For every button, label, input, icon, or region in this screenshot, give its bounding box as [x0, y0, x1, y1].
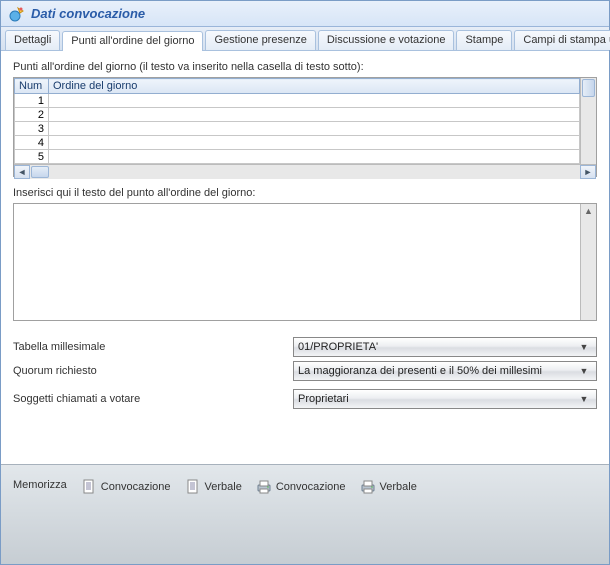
titlebar: Dati convocazione — [1, 1, 609, 27]
select-quorum-richiesto[interactable]: La maggioranza dei presenti e il 50% dei… — [293, 361, 597, 381]
scroll-right-arrow-icon[interactable]: ► — [580, 165, 596, 179]
cell-text — [49, 150, 580, 164]
select-value: La maggioranza dei presenti e il 50% dei… — [298, 365, 576, 377]
tab-stampe[interactable]: Stampe — [456, 30, 512, 50]
cell-num: 1 — [15, 94, 49, 108]
agenda-text-input[interactable]: ▲ — [13, 203, 597, 321]
printer-icon — [360, 479, 376, 495]
tab-campi-stampa-unione[interactable]: Campi di stampa unione — [514, 30, 610, 50]
window-title: Dati convocazione — [31, 6, 145, 21]
chevron-down-icon: ▼ — [576, 394, 592, 404]
document-icon — [185, 479, 201, 495]
table-row[interactable]: 4 — [15, 136, 580, 150]
chevron-down-icon: ▼ — [576, 342, 592, 352]
col-num[interactable]: Num — [15, 79, 49, 94]
cell-num: 4 — [15, 136, 49, 150]
scroll-left-arrow-icon[interactable]: ◄ — [14, 165, 30, 179]
table-row[interactable]: 1 — [15, 94, 580, 108]
bottom-toolbar: Memorizza Convocazione Verbale Convocazi… — [1, 464, 609, 564]
dialog-window: Dati convocazione Dettagli Punti all'ord… — [0, 0, 610, 565]
select-tabella-millesimale[interactable]: 01/PROPRIETA' ▼ — [293, 337, 597, 357]
document-icon — [81, 479, 97, 495]
scrollbar-thumb[interactable] — [31, 166, 49, 178]
app-icon — [9, 6, 25, 22]
convocazione-print-label: Convocazione — [276, 481, 346, 493]
tab-dettagli[interactable]: Dettagli — [5, 30, 60, 50]
cell-text — [49, 94, 580, 108]
col-ordine[interactable]: Ordine del giorno — [49, 79, 580, 94]
grid-horizontal-scrollbar[interactable]: ◄ ► — [14, 164, 596, 179]
grid-vertical-scrollbar[interactable] — [580, 78, 596, 164]
cell-text — [49, 136, 580, 150]
chevron-down-icon: ▼ — [576, 366, 592, 376]
select-soggetti-votare[interactable]: Proprietari ▼ — [293, 389, 597, 409]
verbale-print-button[interactable]: Verbale — [360, 479, 417, 495]
textarea-label: Inserisci qui il testo del punto all'ord… — [13, 187, 597, 199]
textarea-scrollbar[interactable]: ▲ — [580, 204, 596, 320]
tab-gestione-presenze[interactable]: Gestione presenze — [205, 30, 315, 50]
label-soggetti: Soggetti chiamati a votare — [13, 393, 293, 405]
cell-num: 3 — [15, 122, 49, 136]
label-tabella: Tabella millesimale — [13, 341, 293, 353]
grid-caption: Punti all'ordine del giorno (il testo va… — [13, 61, 597, 73]
tab-discussione-votazione[interactable]: Discussione e votazione — [318, 30, 455, 50]
agenda-grid[interactable]: Num Ordine del giorno 1 2 3 4 5 — [13, 77, 597, 177]
memorizza-label: Memorizza — [13, 479, 67, 491]
memorizza-button[interactable]: Memorizza — [13, 479, 67, 491]
convocazione-doc-button[interactable]: Convocazione — [81, 479, 171, 495]
printer-icon — [256, 479, 272, 495]
scrollbar-thumb[interactable] — [582, 79, 595, 97]
convocazione-print-button[interactable]: Convocazione — [256, 479, 346, 495]
scroll-up-arrow-icon[interactable]: ▲ — [581, 206, 596, 216]
cell-num: 5 — [15, 150, 49, 164]
tab-content: Punti all'ordine del giorno (il testo va… — [1, 51, 609, 464]
select-value: Proprietari — [298, 393, 576, 405]
verbale-doc-label: Verbale — [205, 481, 242, 493]
select-value: 01/PROPRIETA' — [298, 341, 576, 353]
label-quorum: Quorum richiesto — [13, 365, 293, 377]
textarea-body[interactable] — [14, 204, 580, 320]
cell-text — [49, 122, 580, 136]
table-row[interactable]: 5 — [15, 150, 580, 164]
table-row[interactable]: 2 — [15, 108, 580, 122]
tab-punti-ordine-giorno[interactable]: Punti all'ordine del giorno — [62, 31, 203, 51]
table-row[interactable]: 3 — [15, 122, 580, 136]
cell-num: 2 — [15, 108, 49, 122]
verbale-print-label: Verbale — [380, 481, 417, 493]
convocazione-doc-label: Convocazione — [101, 481, 171, 493]
tabstrip: Dettagli Punti all'ordine del giorno Ges… — [1, 27, 609, 51]
cell-text — [49, 108, 580, 122]
verbale-doc-button[interactable]: Verbale — [185, 479, 242, 495]
